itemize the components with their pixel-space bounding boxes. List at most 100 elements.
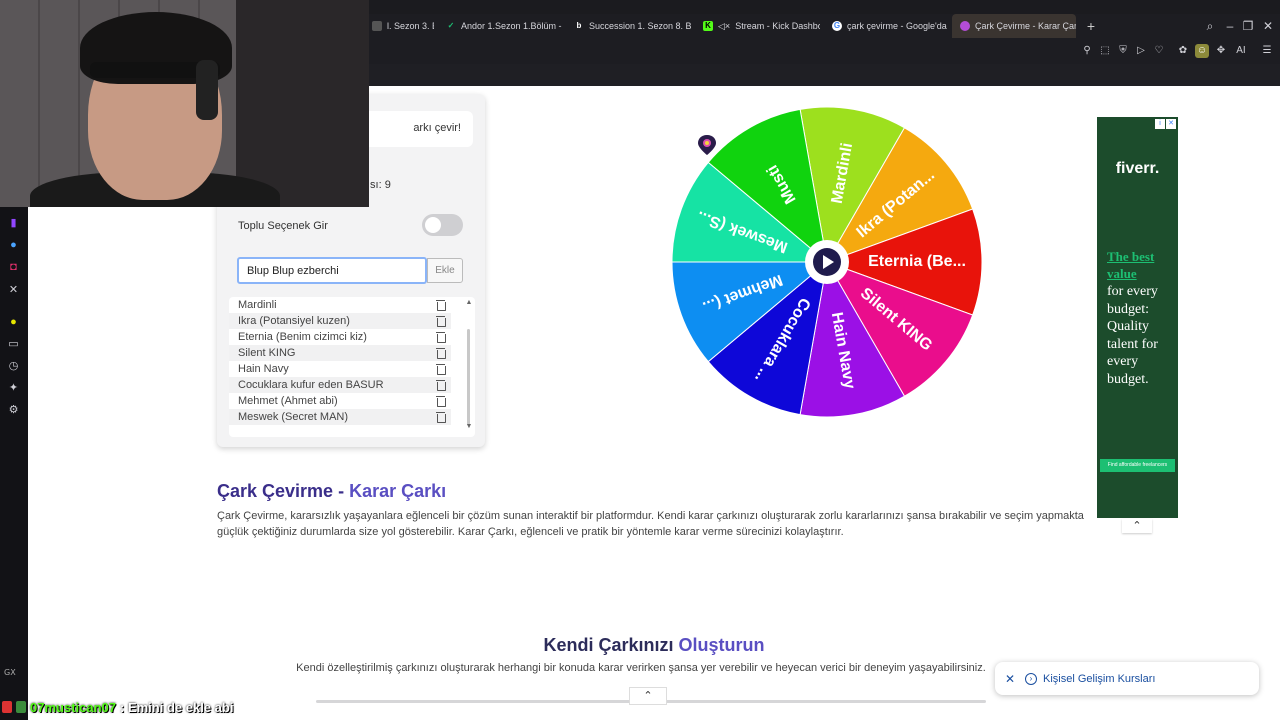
tab-label: Çark Çevirme - Karar Çark [975, 21, 1076, 31]
tab-2[interactable]: ✓ Andor 1.Sezon 1.Bölüm - Y [438, 14, 563, 38]
bulk-entry-label: Toplu Seçenek Gir [238, 220, 328, 232]
section-title-part-2: Oluşturun [678, 635, 765, 655]
title-part-2: Karar Çarkı [349, 481, 447, 501]
fiverr-logo: fiverr. [1115, 160, 1160, 177]
trash-icon[interactable] [436, 300, 446, 311]
option-label: Silent KING [238, 347, 296, 359]
list-item: Silent KING [229, 345, 451, 361]
webcam-background [236, 0, 369, 207]
trash-icon[interactable] [436, 412, 446, 423]
wallet-icon[interactable]: ▭ [6, 337, 21, 352]
trash-icon[interactable] [436, 316, 446, 327]
tab-label: çark çevirme - Google'da [847, 21, 947, 31]
google-icon: G [832, 21, 842, 31]
gx-logo: GX [4, 668, 16, 677]
list-item: Ikra (Potansiyel kuzen) [229, 313, 451, 329]
title-part-1: Çark Çevirme - [217, 481, 345, 501]
intro-paragraph: Çark Çevirme, kararsızlık yaşayanlara eğ… [217, 510, 1084, 538]
shield-icon[interactable]: ⛨ [1116, 44, 1130, 58]
options-list: Mardinli Ikra (Potansiyel kuzen) Eternia… [229, 297, 475, 437]
bulk-entry-toggle[interactable] [422, 214, 463, 236]
option-label: Eternia (Benim cizimci kiz) [238, 331, 367, 343]
list-scrollbar[interactable]: ▲ ▼ [465, 299, 473, 435]
kick-icon: K [703, 21, 713, 31]
tab-6-active[interactable]: Çark Çevirme - Karar Çark [952, 14, 1076, 38]
muted-icon: ◁× [718, 20, 731, 31]
ad-close-icon[interactable]: ✕ [1166, 119, 1176, 129]
scrollbar-thumb[interactable] [467, 329, 470, 425]
list-item: Mardinli [229, 297, 451, 313]
list-item: Eternia (Benim cizimci kiz) [229, 329, 451, 345]
search-icon[interactable]: ⌕ [1200, 16, 1220, 36]
section-title-part-1: Kendi Çarkınızı [543, 635, 674, 655]
toggle-knob [425, 217, 441, 233]
chat-username: 07mustican07 [30, 699, 116, 715]
chat-text: : Emini de ekle abi [120, 699, 234, 715]
arrow-circle-icon: › [1025, 672, 1037, 685]
player-icon[interactable]: ▷ [1134, 44, 1148, 58]
option-label: Hain Navy [238, 363, 289, 375]
chevron-up-icon[interactable]: ▲ [465, 299, 473, 306]
ad-choices[interactable]: i ✕ [1155, 119, 1176, 129]
new-tab-button[interactable]: + [1082, 17, 1100, 35]
chevron-down-icon[interactable]: ▼ [465, 423, 473, 430]
menu-icon[interactable]: ☰ [1260, 44, 1274, 58]
option-input[interactable] [237, 257, 427, 284]
list-item: Meswek (Secret MAN) [229, 409, 451, 425]
pin-icon[interactable]: ⚲ [1080, 44, 1094, 58]
close-icon[interactable]: ✕ [995, 672, 1025, 686]
trash-icon[interactable] [436, 348, 446, 359]
trash-icon[interactable] [436, 364, 446, 375]
option-label: Ikra (Potansiyel kuzen) [238, 315, 350, 327]
close-icon[interactable]: ✕ [1258, 16, 1278, 36]
ad-cta-button[interactable]: Find affordable freelancers [1100, 459, 1175, 472]
tab-label: Succession 1. Sezon 8. Bö [589, 21, 691, 31]
settings-icon[interactable]: ⚙ [6, 403, 21, 418]
wheel-tab-icon [960, 21, 970, 31]
promo-bar[interactable]: ✕ › Kişisel Gelişim Kursları [995, 662, 1259, 695]
subscriber-badge-icon [16, 701, 26, 713]
trash-icon[interactable] [436, 380, 446, 391]
ad-info-icon[interactable]: i [1155, 119, 1165, 129]
tab-3[interactable]: b Succession 1. Sezon 8. Bö [566, 14, 691, 38]
trash-icon[interactable] [436, 332, 446, 343]
restore-icon[interactable]: ❐ [1238, 16, 1258, 36]
ad-collapse-button[interactable]: ⌃ [1122, 519, 1152, 533]
x-icon[interactable]: ✕ [6, 283, 21, 298]
extension-icon[interactable]: ✿ [1176, 44, 1190, 58]
puzzle-icon[interactable]: ✥ [1214, 44, 1228, 58]
tab-5[interactable]: G çark çevirme - Google'da [824, 14, 949, 38]
wheel-segment-label: Eternia (Be... [868, 253, 966, 270]
page-title: Çark Çevirme - Karar Çarkı [217, 481, 446, 502]
fiverr-ad[interactable]: i ✕ fiverr. The best value for every bud… [1097, 117, 1178, 518]
promo-label[interactable]: Kişisel Gelişim Kursları [1043, 673, 1155, 685]
generic-tab-icon [372, 21, 382, 31]
instagram-icon[interactable]: ◘ [6, 260, 21, 275]
webcam-headphones [196, 60, 218, 120]
scroll-up-button[interactable]: ⌃ [629, 687, 667, 705]
twitch-icon[interactable]: ▮ [6, 216, 21, 231]
andor-icon: ✓ [447, 21, 455, 30]
tab-1[interactable]: l. Sezon 3. Bölüm [364, 14, 434, 38]
option-label: Mehmet (Ahmet abi) [238, 395, 338, 407]
screenshot-icon[interactable]: ⬚ [1098, 44, 1112, 58]
profile-icon[interactable]: ☺ [1195, 44, 1209, 58]
history-icon[interactable]: ◷ [6, 359, 21, 374]
add-option-button[interactable]: Ekle [427, 258, 463, 283]
trash-icon[interactable] [436, 396, 446, 407]
tab-4[interactable]: K ◁× Stream - Kick Dashboa [695, 14, 820, 38]
music-icon[interactable]: ● [6, 315, 21, 330]
extensions-icon[interactable]: ✦ [6, 381, 21, 396]
heart-icon[interactable]: ♡ [1152, 44, 1166, 58]
option-label: Meswek (Secret MAN) [238, 411, 349, 423]
ai-icon[interactable]: AI [1234, 44, 1248, 58]
webcam-overlay [0, 0, 369, 207]
option-count: ısı: 9 [367, 179, 391, 191]
option-label: Mardinli [238, 299, 277, 311]
list-item: Cocuklara kufur eden BASUR [229, 377, 451, 393]
ad-headline[interactable]: The best value [1107, 248, 1173, 282]
list-item: Mehmet (Ahmet abi) [229, 393, 451, 409]
messenger-icon[interactable]: ● [6, 238, 21, 253]
minimize-icon[interactable]: – [1220, 16, 1240, 36]
tab-label: Stream - Kick Dashboa [735, 21, 820, 31]
